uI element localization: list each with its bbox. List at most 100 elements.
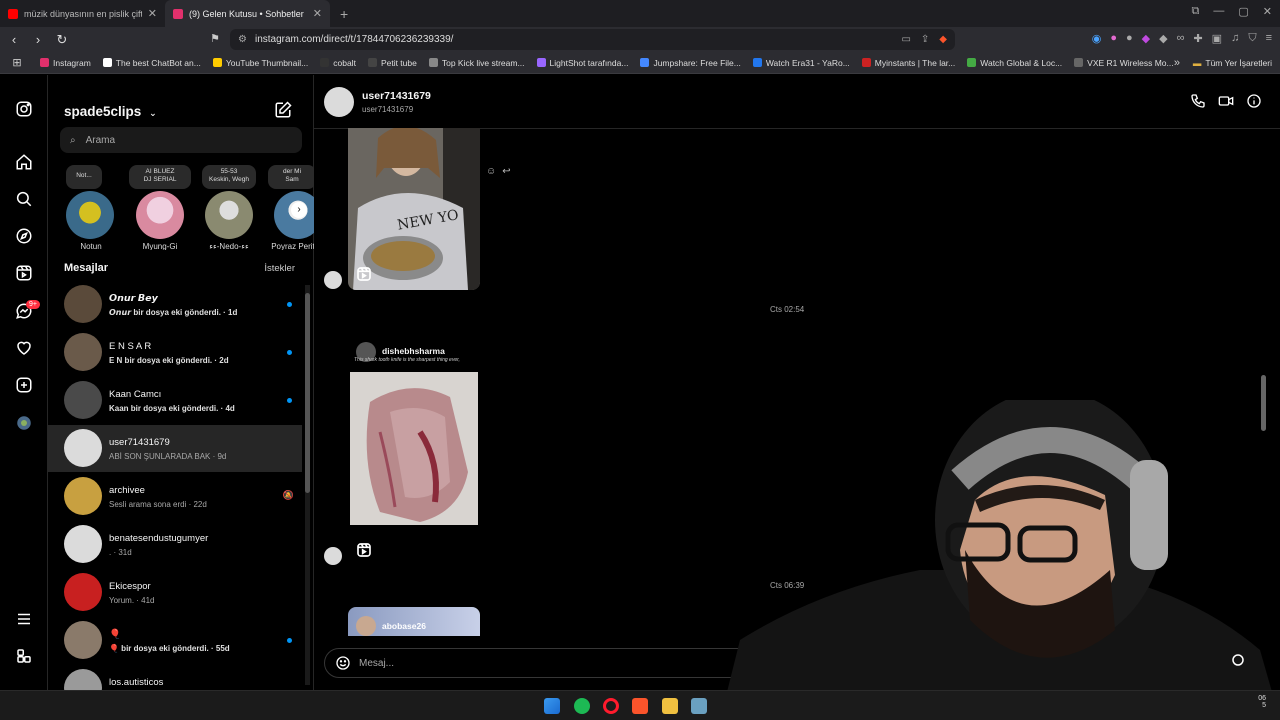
shared-post-header[interactable]: dishebhsharma This shark tooth knife is … <box>350 340 480 370</box>
extension-dark-icon[interactable]: ● <box>1126 32 1133 45</box>
new-message-button[interactable] <box>274 101 292 119</box>
conversation-item[interactable]: 𝙊𝙣𝙪𝙧 𝘽𝙚𝙮 𝙊𝙣𝙪𝙧 bir dosya eki gönderdi. · 1… <box>48 281 302 328</box>
home-icon[interactable] <box>14 152 34 172</box>
conversation-item[interactable]: Ekicespor Yorum. · 41d <box>48 569 302 616</box>
extension-diamond-icon[interactable]: ◆ <box>1159 32 1167 45</box>
bookmark-item[interactable]: The best ChatBot an... <box>97 58 207 68</box>
site-info-icon[interactable]: ⚙ <box>238 34 247 45</box>
requests-link[interactable]: İstekler <box>264 263 295 274</box>
reload-icon[interactable]: ↻ <box>52 32 72 48</box>
extension-purple-icon[interactable]: ◆ <box>1142 32 1150 45</box>
conversation-scrollbar[interactable] <box>305 285 310 685</box>
bookmark-item[interactable]: Myinstants | The lar... <box>856 58 961 68</box>
instagram-favicon-icon <box>173 8 183 19</box>
bookmark-icon[interactable]: ⚑ <box>210 32 220 45</box>
search-input[interactable]: ⌕ Arama <box>60 127 302 153</box>
emoji-icon[interactable] <box>335 655 351 671</box>
unread-badge: 9+ <box>26 300 40 309</box>
extension-pink-icon[interactable]: ● <box>1110 32 1117 45</box>
menu-icon[interactable] <box>14 609 34 629</box>
address-bar[interactable]: ⚙ instagram.com/direct/t/178447062362393… <box>230 29 955 50</box>
sender-avatar[interactable] <box>324 547 342 565</box>
close-tab-icon[interactable]: ✕ <box>148 7 157 20</box>
apps-icon[interactable]: ⊞ <box>0 56 34 69</box>
webcam-overlay <box>720 400 1280 720</box>
brave-icon[interactable] <box>632 698 648 714</box>
conversation-item[interactable]: benatesendustugumyer . · 31d <box>48 521 302 568</box>
minimize-icon[interactable]: — <box>1213 5 1224 18</box>
cast-icon[interactable]: ▭ <box>901 34 910 45</box>
bookmark-item[interactable]: Watch Era31 - YaRo... <box>747 58 856 68</box>
windows-start-icon[interactable] <box>544 698 560 714</box>
message-input[interactable] <box>359 657 759 669</box>
voice-call-icon[interactable] <box>1190 93 1206 114</box>
shared-post-image[interactable] <box>350 372 478 525</box>
back-icon[interactable]: ‹ <box>4 32 24 47</box>
reels-icon <box>356 542 372 558</box>
shared-post-partial[interactable]: abobase26 <box>348 607 480 636</box>
browser-tab-instagram[interactable]: (9) Gelen Kutusu • Sohbetler ✕ <box>165 0 330 27</box>
conversation-item[interactable]: E N S A R E N bir dosya eki gönderdi. · 2… <box>48 329 302 376</box>
menu-icon[interactable]: ≡ <box>1266 32 1272 45</box>
app-icon[interactable] <box>691 698 707 714</box>
bookmark-item[interactable]: LightShot tarafında... <box>531 58 635 68</box>
spotify-icon[interactable] <box>574 698 590 714</box>
note-bubble: AI BLUEZ DJ SERIAL <box>129 165 191 189</box>
search-icon[interactable] <box>14 189 34 209</box>
new-tab-button[interactable]: + <box>330 6 358 22</box>
reels-icon[interactable] <box>14 263 34 283</box>
bookmark-item[interactable]: Watch Global & Loc... <box>961 58 1068 68</box>
bookmark-item[interactable]: cobalt <box>314 58 362 68</box>
vpn-icon[interactable]: ⛉ <box>1248 32 1256 45</box>
file-explorer-icon[interactable] <box>662 698 678 714</box>
profile-icon[interactable] <box>14 413 34 433</box>
conversation-item[interactable]: archivee Sesli arama sona erdi · 22d 🔕 <box>48 473 302 520</box>
bookmark-item[interactable]: Top Kick live stream... <box>423 58 531 68</box>
conversation-item[interactable]: Kaan Camcı Kaan bir dosya eki gönderdi. ·… <box>48 377 302 424</box>
close-tab-icon[interactable]: ✕ <box>313 7 322 20</box>
brave-shield-icon[interactable]: ◆ <box>939 34 947 45</box>
media-icon[interactable]: ♫ <box>1231 32 1239 45</box>
bookmark-favicon-icon <box>967 58 977 67</box>
bookmark-item[interactable]: Instagram <box>34 58 97 68</box>
video-call-icon[interactable] <box>1218 93 1234 114</box>
threads-icon[interactable] <box>14 646 34 666</box>
explore-icon[interactable] <box>14 226 34 246</box>
notes-next-button[interactable]: › <box>291 202 307 218</box>
account-switcher[interactable]: spade5clips ⌄ <box>64 104 157 119</box>
forward-icon[interactable]: › <box>28 32 48 47</box>
conversation-item[interactable]: user71431679 ABİ SON ŞUNLARADA BAK · 9d <box>48 425 302 472</box>
instagram-icon[interactable] <box>14 99 34 119</box>
chat-title[interactable]: user71431679 <box>362 90 431 102</box>
opera-icon[interactable] <box>603 698 619 714</box>
all-bookmarks-button[interactable]: ▬ Tüm Yer İşaretleri <box>1193 58 1272 68</box>
extensions-icon[interactable]: ⧉ <box>1192 5 1200 18</box>
extension-puzzle-icon[interactable]: ✚ <box>1193 32 1202 45</box>
chat-subtitle: user71431679 <box>362 105 414 114</box>
react-emoji-icon[interactable]: ☺ <box>486 166 496 177</box>
close-window-icon[interactable]: ✕ <box>1263 5 1272 18</box>
reply-icon[interactable]: ↩ <box>502 166 510 177</box>
create-icon[interactable] <box>14 375 34 395</box>
avatar <box>64 333 102 371</box>
extension-icons: ◉ ● ● ◆ ◆ ∞ ✚ ▣ ♫ ⛉ ≡ <box>1092 32 1272 45</box>
scrollbar-thumb[interactable] <box>305 293 310 493</box>
info-icon[interactable] <box>1246 93 1262 114</box>
extension-audio-icon[interactable]: ◉ <box>1092 32 1102 45</box>
tab-title: (9) Gelen Kutusu • Sohbetler <box>189 8 304 19</box>
bookmark-item[interactable]: Petit tube <box>362 58 423 68</box>
maximize-icon[interactable]: ▢ <box>1238 5 1248 18</box>
avatar[interactable] <box>324 87 354 117</box>
sender-avatar[interactable] <box>324 271 342 289</box>
conversation-preview: Sesli arama sona erdi · 22d <box>109 500 207 509</box>
bookmarks-overflow-button[interactable]: » <box>1174 57 1180 69</box>
bookmark-item[interactable]: YouTube Thumbnail... <box>207 58 314 68</box>
bookmark-item[interactable]: VXE R1 Wireless Mo... <box>1068 58 1179 68</box>
sidebar-icon[interactable]: ▣ <box>1212 32 1222 45</box>
conversation-item[interactable]: 🎈 🎈 bir dosya eki gönderdi. · 55d <box>48 617 302 664</box>
heart-icon[interactable] <box>14 338 34 358</box>
share-icon[interactable]: ⇪ <box>921 34 929 45</box>
extension-glasses-icon[interactable]: ∞ <box>1177 32 1185 45</box>
bookmark-item[interactable]: Jumpshare: Free File... <box>634 58 746 68</box>
browser-tab-youtube[interactable]: müzik dünyasının en pislik çifti // die … <box>0 0 165 27</box>
